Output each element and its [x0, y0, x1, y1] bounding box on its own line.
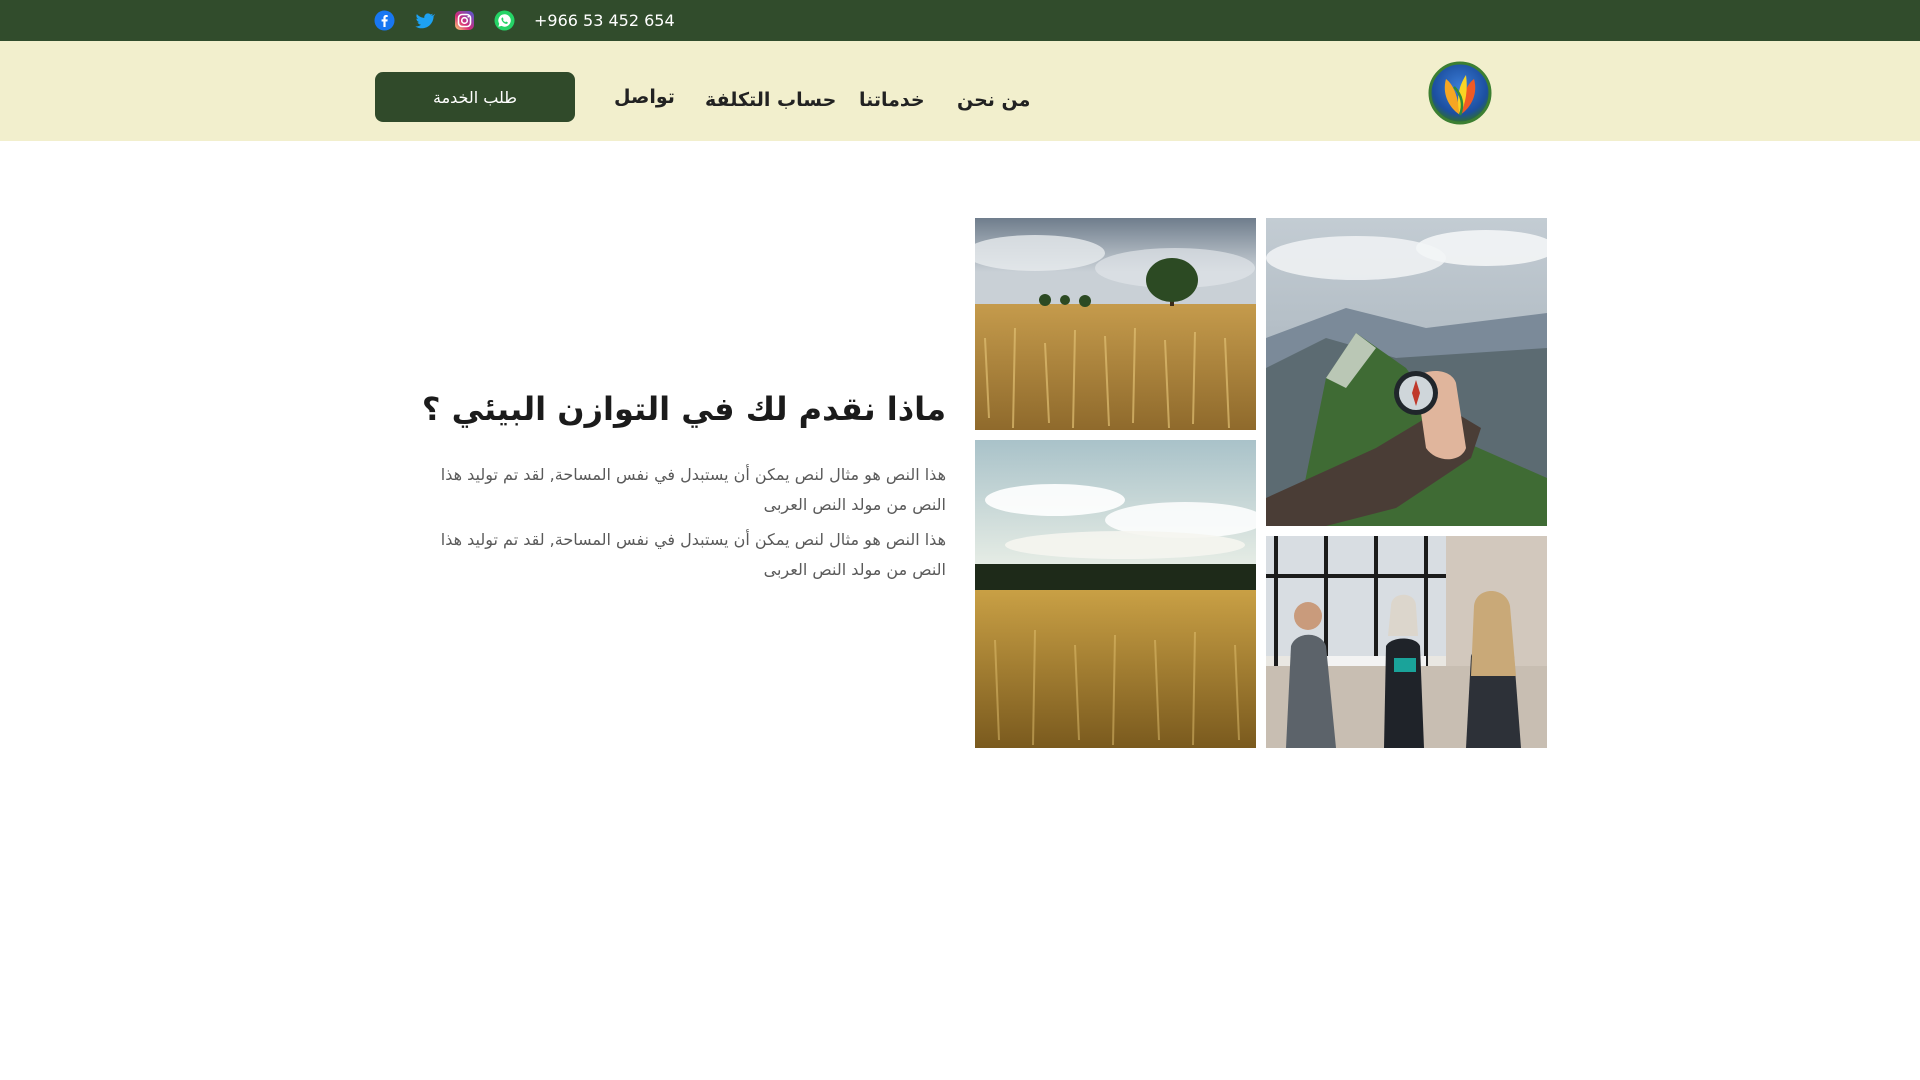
top-bar: +966 53 452 654	[0, 0, 1920, 41]
leaf-logo-icon[interactable]	[1428, 61, 1492, 125]
nav-contact[interactable]: تواصل	[614, 86, 675, 108]
nav-services[interactable]: خدماتنا	[859, 89, 925, 111]
section-paragraph: هذا النص هو مثال لنص يمكن أن يستبدل في ن…	[440, 530, 946, 579]
section-headline: ماذا نقدم لك في التوازن البيئي ؟	[421, 390, 946, 428]
section-paragraph: هذا النص هو مثال لنص يمكن أن يستبدل في ن…	[440, 465, 946, 514]
request-service-button[interactable]: طلب الخدمة	[375, 72, 575, 122]
instagram-icon[interactable]	[454, 10, 475, 31]
twitter-icon[interactable]	[414, 10, 435, 31]
nav-cost-calculator[interactable]: حساب التكلفة	[705, 89, 836, 111]
nav-about-us[interactable]: من نحن	[957, 89, 1030, 111]
phone-number[interactable]: +966 53 452 654	[534, 10, 675, 32]
mountain-compass-image	[1266, 218, 1547, 526]
office-meeting-image	[1266, 536, 1547, 748]
whatsapp-icon[interactable]	[494, 10, 515, 31]
wheat-field-tree-image	[975, 218, 1256, 430]
golden-field-image	[975, 440, 1256, 748]
facebook-icon[interactable]	[374, 10, 395, 31]
